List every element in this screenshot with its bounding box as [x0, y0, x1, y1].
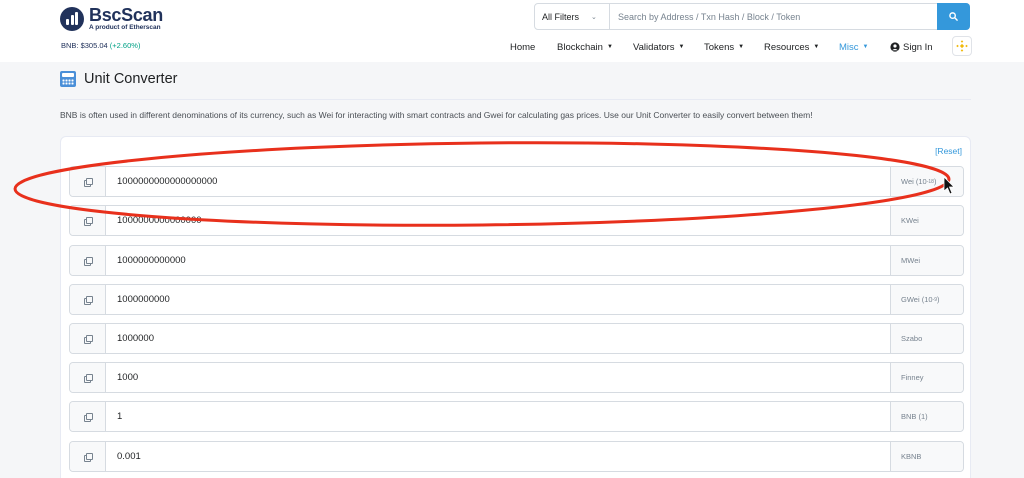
page-description: BNB is often used in different denominat… — [60, 110, 813, 120]
bnb-price-value: BNB: $305.04 — [61, 41, 108, 50]
kwei-input[interactable] — [106, 206, 890, 235]
converter-row-kbnb: KBNB — [69, 441, 964, 472]
logo-name: BscScan — [89, 5, 163, 25]
copy-icon — [83, 295, 93, 305]
nav-tokens[interactable]: Tokens ▼ — [704, 40, 744, 54]
divider — [60, 99, 971, 100]
calculator-icon — [60, 71, 76, 87]
copy-button[interactable] — [70, 167, 106, 196]
unit-label-finney: Finney — [890, 363, 963, 392]
caret-down-icon: ▼ — [813, 44, 820, 50]
wei-input[interactable] — [106, 167, 890, 196]
copy-icon — [83, 256, 93, 266]
converter-row-finney: Finney — [69, 362, 964, 393]
page-title: Unit Converter — [84, 71, 178, 87]
converter-row-szabo: Szabo — [69, 323, 964, 354]
caret-down-icon: ▼ — [862, 44, 869, 50]
logo-subtitle: A product of Etherscan — [89, 24, 161, 31]
filter-label: All Filters — [542, 11, 580, 22]
copy-button[interactable] — [70, 246, 106, 275]
caret-down-icon: ▼ — [606, 44, 613, 50]
nav-validators[interactable]: Validators ▼ — [633, 40, 685, 54]
reset-link[interactable]: [Reset] — [935, 146, 962, 156]
user-circle-icon — [890, 42, 900, 52]
szabo-input[interactable] — [106, 324, 890, 353]
nav-resources[interactable]: Resources ▼ — [764, 40, 819, 54]
kbnb-input[interactable] — [106, 442, 890, 471]
unit-label-mwei: MWei — [890, 246, 963, 275]
copy-icon — [83, 216, 93, 226]
page-heading: Unit Converter — [60, 71, 177, 87]
bnb-input[interactable] — [106, 402, 890, 431]
converter-card: [Reset] Wei (10-18) KWei MWei GWei (10-9… — [60, 136, 971, 478]
bnb-price: BNB: $305.04 (+2.60%) — [61, 41, 140, 50]
search-button[interactable] — [937, 3, 970, 30]
unit-label-gwei: GWei (10 -9) — [890, 285, 963, 314]
nav-misc[interactable]: Misc ▼ — [839, 40, 868, 54]
nav-resources-label: Resources — [764, 41, 810, 53]
gwei-input[interactable] — [106, 285, 890, 314]
unit-label-szabo: Szabo — [890, 324, 963, 353]
copy-button[interactable] — [70, 324, 106, 353]
logo-chart-icon — [60, 6, 84, 31]
unit-label-kbnb: KBNB — [890, 442, 963, 471]
unit-name: Wei — [901, 177, 914, 186]
finney-input[interactable] — [106, 363, 890, 392]
copy-button[interactable] — [70, 206, 106, 235]
copy-button[interactable] — [70, 285, 106, 314]
nav-blockchain-label: Blockchain — [557, 41, 603, 53]
converter-row-wei: Wei (10-18) — [69, 166, 964, 197]
nav-sign-in-label: Sign In — [903, 41, 933, 53]
caret-down-icon: ▼ — [738, 44, 745, 50]
unit-label-kwei: KWei — [890, 206, 963, 235]
unit-exponent: -18 — [926, 178, 934, 185]
bnb-price-change: (+2.60%) — [109, 41, 141, 50]
copy-button[interactable] — [70, 363, 106, 392]
bnb-logo-icon — [956, 40, 968, 52]
chevron-down-icon: ⌄ — [591, 13, 597, 21]
unit-exponent: -9 — [932, 296, 938, 303]
nav-misc-label: Misc — [839, 41, 859, 53]
copy-icon — [83, 412, 93, 422]
bnb-network-button[interactable] — [952, 36, 972, 56]
nav-home[interactable]: Home — [510, 40, 535, 54]
site-header: BscScan A product of Etherscan BNB: $305… — [0, 0, 1024, 62]
search-icon — [949, 12, 958, 21]
unit-name: GWei — [901, 295, 920, 304]
converter-row-bnb: BNB (1) — [69, 401, 964, 432]
nav-home-label: Home — [510, 41, 536, 53]
converter-row-mwei: MWei — [69, 245, 964, 276]
mwei-input[interactable] — [106, 246, 890, 275]
copy-icon — [83, 452, 93, 462]
copy-icon — [83, 373, 93, 383]
converter-row-gwei: GWei (10-9) — [69, 284, 964, 315]
search-filter-select[interactable]: All Filters ⌄ — [535, 4, 610, 29]
nav-blockchain[interactable]: Blockchain ▼ — [557, 40, 613, 54]
search-bar: All Filters ⌄ — [534, 3, 970, 30]
converter-row-kwei: KWei — [69, 205, 964, 236]
caret-down-icon: ▼ — [678, 44, 685, 50]
copy-button[interactable] — [70, 402, 106, 431]
nav-sign-in[interactable]: Sign In — [890, 40, 933, 54]
copy-icon — [83, 334, 93, 344]
copy-icon — [83, 177, 93, 187]
nav-validators-label: Validators — [633, 41, 675, 53]
copy-button[interactable] — [70, 442, 106, 471]
unit-label-bnb: BNB (1) — [890, 402, 963, 431]
search-input[interactable] — [610, 4, 937, 29]
unit-label-wei: Wei (10 -18) — [890, 167, 963, 196]
nav-tokens-label: Tokens — [704, 41, 735, 53]
bscscan-logo[interactable]: BscScan A product of Etherscan — [60, 6, 163, 32]
